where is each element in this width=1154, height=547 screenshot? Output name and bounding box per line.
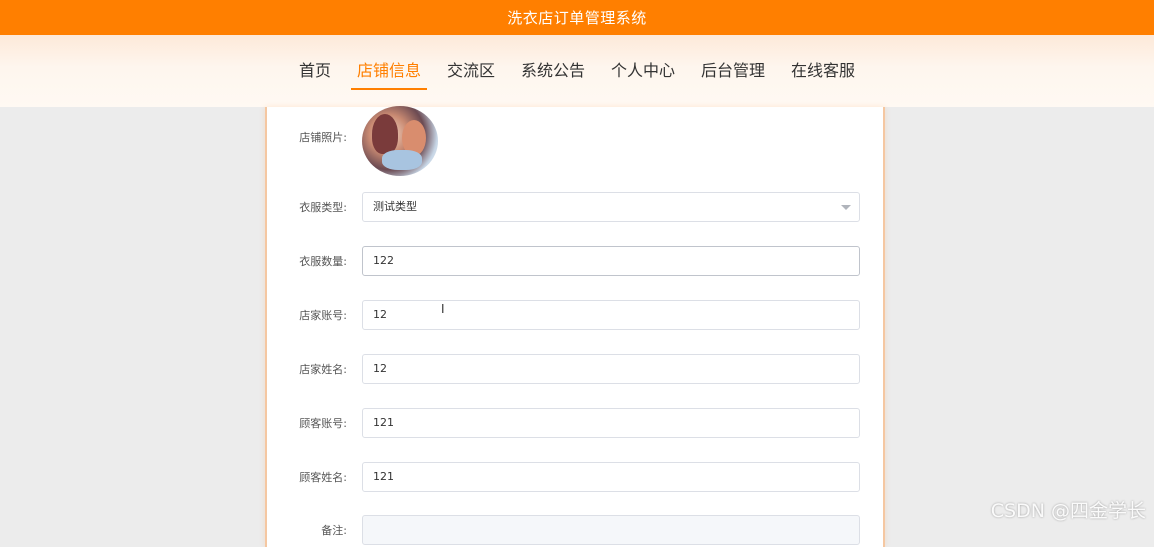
customer-account-input[interactable]: 121: [362, 408, 860, 438]
clothing-count-label: 衣服数量:: [267, 246, 347, 278]
shop-photo-image[interactable]: [362, 106, 438, 176]
clothing-type-select[interactable]: 测试类型: [362, 192, 860, 222]
remark-input[interactable]: [362, 515, 860, 545]
form-row-shop-account: 店家账号: 12: [267, 300, 887, 332]
shop-name-input[interactable]: 12: [362, 354, 860, 384]
nav-item-admin[interactable]: 后台管理: [699, 56, 767, 86]
form-row-shop-name: 店家姓名: 12: [267, 354, 887, 386]
form-row-clothing-type: 衣服类型: 测试类型: [267, 192, 887, 224]
form-row-remark: 备注:: [267, 515, 887, 547]
photo-figure-shape: [372, 114, 398, 154]
nav-item-support[interactable]: 在线客服: [789, 56, 857, 86]
clothing-type-label: 衣服类型:: [267, 192, 347, 224]
nav-item-shop-info[interactable]: 店铺信息: [355, 56, 423, 86]
nav-item-home[interactable]: 首页: [297, 56, 333, 86]
clothing-count-input[interactable]: 122: [362, 246, 860, 276]
shop-account-input[interactable]: 12: [362, 300, 860, 330]
customer-name-label: 顾客姓名:: [267, 462, 347, 494]
shop-name-label: 店家姓名:: [267, 354, 347, 386]
remark-label: 备注:: [267, 515, 347, 547]
top-header-bar: 洗衣店订单管理系统: [0, 0, 1154, 35]
chevron-down-icon: [841, 205, 851, 210]
clothing-type-value: 测试类型: [373, 200, 417, 213]
nav-item-profile[interactable]: 个人中心: [609, 56, 677, 86]
photo-figure-shape: [382, 150, 422, 170]
nav-item-forum[interactable]: 交流区: [445, 56, 497, 86]
shop-account-label: 店家账号:: [267, 300, 347, 332]
form-row-clothing-count: 衣服数量: 122: [267, 246, 887, 278]
customer-name-input[interactable]: 121: [362, 462, 860, 492]
nav-item-announcements[interactable]: 系统公告: [519, 56, 587, 86]
form-row-customer-name: 顾客姓名: 121: [267, 462, 887, 494]
watermark-text: CSDN @四金学长: [991, 496, 1146, 523]
form-row-customer-account: 顾客账号: 121: [267, 408, 887, 440]
main-nav: 首页 店铺信息 交流区 系统公告 个人中心 后台管理 在线客服: [0, 35, 1154, 107]
photo-label: 店铺照片:: [267, 122, 347, 154]
customer-account-label: 顾客账号:: [267, 408, 347, 440]
form-row-photo: 店铺照片:: [267, 114, 887, 184]
shop-detail-form: 店铺照片: 衣服类型: 测试类型 衣服数量: 122 店家账号: 12 店家姓名…: [265, 107, 885, 547]
text-cursor-icon: I: [441, 303, 447, 315]
app-title: 洗衣店订单管理系统: [507, 7, 647, 28]
